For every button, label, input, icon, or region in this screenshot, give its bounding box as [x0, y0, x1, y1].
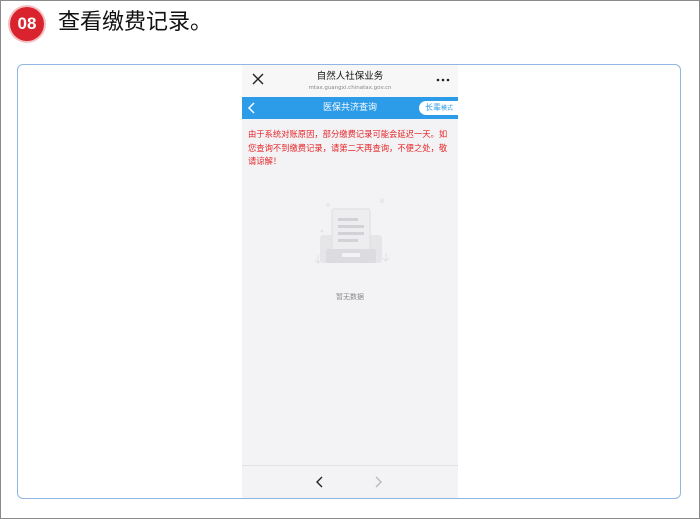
chevron-left-icon: [247, 102, 255, 114]
browser-bottom-bar: [242, 465, 458, 498]
page-title: 医保共济查询: [322, 103, 377, 113]
browser-nav-bar: 自然人社保业务 mtax.guangxi.chinatax.gov.cn: [242, 65, 458, 97]
step-number: 08: [17, 14, 37, 33]
chevron-left-icon: [316, 476, 323, 488]
elder-mode-suffix: 模式: [440, 105, 453, 112]
empty-box-icon: [306, 191, 396, 281]
close-icon[interactable]: [250, 72, 266, 88]
phone-screen: 自然人社保业务 mtax.guangxi.chinatax.gov.cn 医保共…: [242, 65, 458, 498]
elder-mode-label: 长辈: [424, 103, 441, 112]
more-icon[interactable]: [436, 73, 450, 87]
step-number-badge: 08: [10, 7, 44, 41]
step-title: 查看缴费记录。: [58, 10, 213, 35]
browser-forward-button[interactable]: [370, 474, 386, 490]
chevron-right-icon: [375, 476, 382, 488]
delay-notice: 由于系统对账原因，部分缴费记录可能会延迟一天。如您查询不到缴费记录，请第二天再查…: [248, 129, 448, 166]
nav-title: 自然人社保业务: [316, 71, 384, 82]
empty-state-text: 暂无数据: [336, 293, 364, 301]
back-button[interactable]: [246, 100, 258, 116]
elder-mode-button[interactable]: 长辈 模式: [418, 101, 458, 115]
nav-url: mtax.guangxi.chinatax.gov.cn: [308, 85, 392, 91]
browser-back-button[interactable]: [312, 474, 328, 490]
page-header: 医保共济查询 长辈 模式: [242, 97, 458, 119]
